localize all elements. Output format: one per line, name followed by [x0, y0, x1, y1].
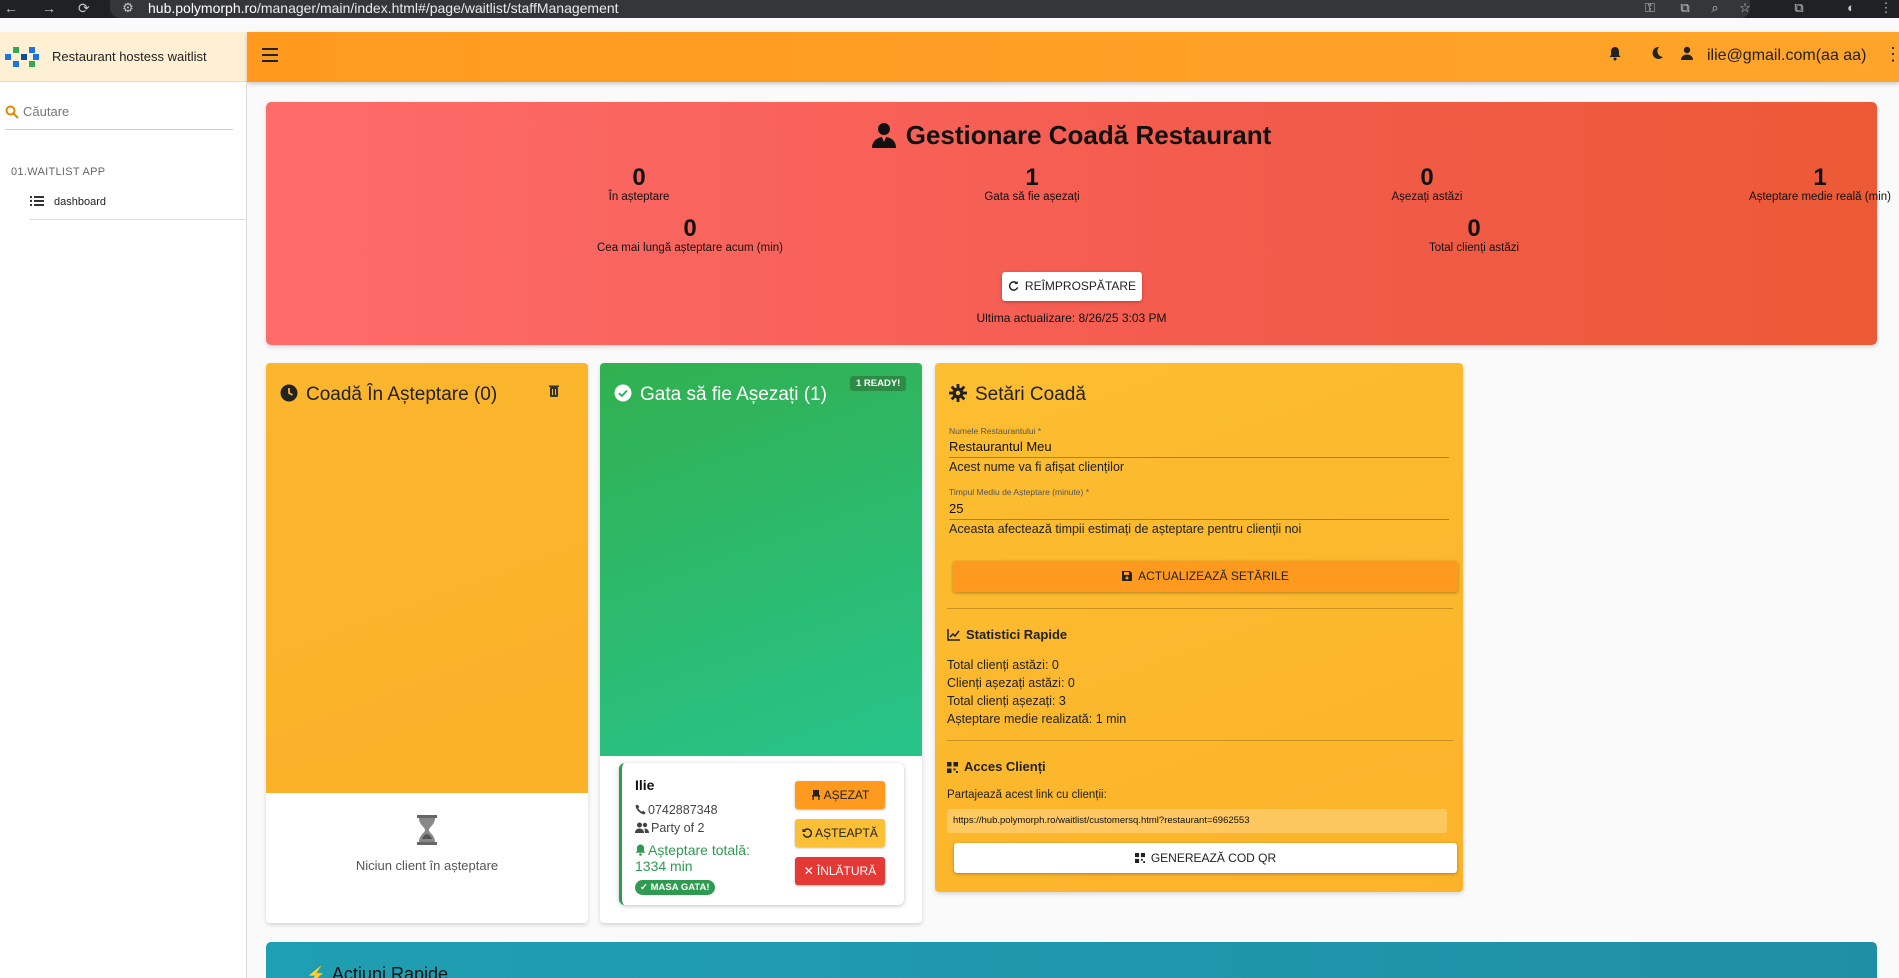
sidebar-section-label: 01.WAITLIST APP — [11, 166, 106, 178]
sidebar-item-label: dashboard — [54, 196, 106, 208]
chair-icon — [811, 790, 820, 800]
app-title: Restaurant hostess waitlist — [52, 49, 207, 64]
stat-line: Așteptare medie realizată: 1 min — [947, 712, 1127, 726]
menu-toggle-icon[interactable] — [262, 48, 278, 62]
guest-total-wait: Așteptare totală: 1334 min — [635, 842, 750, 874]
settings-card: Setări Coadă Numele Restaurantului * Res… — [935, 363, 1463, 892]
clear-queue-icon[interactable] — [549, 385, 559, 397]
quick-actions-panel: ⚡ Acțiuni Rapide — [266, 942, 1877, 978]
stat-line: Total clienți așezați: 3 — [947, 694, 1066, 708]
guest-phone: 0742887348 — [635, 803, 718, 817]
ready-count-badge: 1 READY! — [850, 376, 907, 391]
guest-name: Ilie — [635, 777, 655, 793]
group-icon — [635, 822, 649, 833]
divider — [947, 608, 1453, 609]
divider — [947, 740, 1453, 741]
check-circle-icon — [614, 384, 632, 402]
save-icon — [1122, 571, 1133, 581]
generate-qr-button[interactable]: GENEREAZĂ COD QR — [954, 843, 1457, 873]
profile-icon[interactable]: ◐ — [1843, 0, 1859, 16]
client-access-title: Acces Clienți — [947, 759, 1046, 774]
seat-button[interactable]: AȘEZAT — [795, 781, 885, 809]
restaurant-name-help: Acest nume va fi afișat clienților — [949, 460, 1125, 474]
waiting-queue-title: Coadă În Așteptare (0) — [280, 384, 497, 406]
bell-icon — [635, 844, 646, 856]
forward-icon[interactable]: → — [42, 0, 56, 16]
stat-seated-today: 0 Așezați astăzi — [1391, 164, 1463, 204]
dark-mode-icon[interactable] — [1650, 46, 1664, 64]
qr-icon — [947, 762, 958, 773]
update-settings-button[interactable]: ACTUALIZEAZĂ SETĂRILE — [953, 561, 1458, 592]
queue-overview-panel: Gestionare Coadă Restaurant 0 În așteptar… — [266, 102, 1891, 345]
ready-area — [600, 363, 922, 756]
restaurant-name-label: Numele Restaurantului * — [949, 426, 1042, 436]
star-icon[interactable]: ☆ — [1737, 0, 1753, 16]
restaurant-name-input[interactable]: Restaurantul Meu — [949, 439, 1449, 458]
phone-icon — [635, 804, 646, 815]
stat-waiting: 0 În așteptare — [608, 164, 670, 204]
share-link-text: Partajează acest link cu clienții: — [947, 789, 1107, 801]
search-icon — [5, 105, 19, 119]
stat-line: Clienți așezați astăzi: 0 — [947, 676, 1075, 690]
user-email[interactable]: ilie@gmail.com(aa aa) — [1707, 47, 1866, 65]
chart-line-icon — [947, 629, 960, 641]
wait-button[interactable]: AȘTEAPTĂ — [795, 819, 885, 847]
install-icon[interactable]: ⧉ — [1677, 0, 1693, 16]
undo-icon — [802, 828, 813, 838]
clock-icon — [280, 384, 298, 402]
user-icon[interactable] — [1680, 46, 1694, 64]
zoom-icon[interactable]: ⌕ — [1707, 0, 1723, 16]
close-icon: ✕ — [803, 864, 814, 878]
refresh-button[interactable]: REÎMPROSPĂTARE — [1002, 272, 1142, 301]
notifications-icon[interactable] — [1608, 46, 1622, 65]
avg-wait-help: Aceasta afectează timpii estimați de așt… — [949, 522, 1302, 536]
last-update-text: Ultima actualizare: 8/26/25 3:03 PM — [976, 311, 1167, 325]
list-icon — [30, 196, 44, 206]
hourglass-icon — [417, 815, 437, 845]
address-bar[interactable]: ⚙ hub.polymorph.ro/manager/main/index.ht… — [110, 0, 1753, 18]
site-settings-icon[interactable]: ⚙ — [120, 0, 136, 16]
ready-title: Gata să fie Așezați (1) — [614, 384, 827, 406]
extensions-icon[interactable]: ⧉ — [1791, 0, 1807, 16]
quick-actions-title: ⚡ Acțiuni Rapide — [306, 964, 448, 978]
refresh-icon — [1008, 280, 1019, 291]
stat-longest-wait: 0 Cea mai lungă așteptare acum (min) — [597, 215, 783, 255]
waiting-queue-card: Coadă În Așteptare (0) Niciun client în … — [266, 363, 588, 923]
qr-code-icon — [1134, 853, 1145, 863]
browser-menu-icon[interactable]: ⋮ — [1878, 0, 1894, 16]
browser-toolbar: ← → ⟳ ⚙ hub.polymorph.ro/manager/main/in… — [0, 0, 1899, 18]
stat-ready: 1 Gata să fie așezați — [984, 164, 1080, 204]
stat-total-today: 0 Total clienți astăzi — [1428, 215, 1520, 255]
customer-link-field[interactable]: https://hub.polymorph.ro/waitlist/custom… — [947, 809, 1447, 833]
sidebar: Căutare 01.WAITLIST APP dashboard — [0, 82, 247, 978]
table-ready-badge: ✓ MASA GATA! — [635, 880, 715, 895]
reload-icon[interactable]: ⟳ — [78, 0, 90, 16]
more-options-icon[interactable]: ⋮ — [1884, 44, 1899, 65]
app-brand: Restaurant hostess waitlist — [0, 32, 247, 82]
search-placeholder[interactable]: Căutare — [23, 104, 69, 119]
page-title: Gestionare Coadă Restaurant — [266, 120, 1877, 151]
sidebar-item-dashboard[interactable]: dashboard — [30, 194, 247, 220]
key-icon[interactable]: ⚿ — [1642, 0, 1658, 16]
avg-wait-input[interactable]: 25 — [949, 501, 1449, 520]
host-icon — [871, 123, 896, 148]
avg-wait-label: Timpul Mediu de Așteptare (minute) * — [949, 487, 1089, 497]
gear-icon — [949, 384, 967, 402]
guest-party-size: Party of 2 — [635, 821, 705, 835]
lightning-icon: ⚡ — [306, 967, 326, 978]
empty-queue-text: Niciun client în așteptare — [355, 858, 499, 873]
quick-stats-title: Statistici Rapide — [947, 627, 1067, 642]
url-text: hub.polymorph.ro/manager/main/index.html… — [148, 0, 619, 16]
search-field[interactable]: Căutare — [5, 104, 233, 130]
stat-line: Total clienți astăzi: 0 — [947, 658, 1059, 672]
ready-card: Gata să fie Așezați (1) 1 READY! Ilie 07… — [600, 363, 922, 923]
app-logo-icon — [5, 47, 39, 67]
remove-button[interactable]: ✕ ÎNLĂTURĂ — [795, 857, 885, 885]
settings-title: Setări Coadă — [949, 384, 1086, 406]
waiting-queue-area — [266, 363, 588, 793]
guest-card: Ilie 0742887348 Party of 2 Așteptare tot… — [619, 763, 904, 905]
stat-avg-wait: 1 Așteptare medie reală (min) — [1749, 164, 1891, 204]
back-icon[interactable]: ← — [4, 0, 18, 16]
